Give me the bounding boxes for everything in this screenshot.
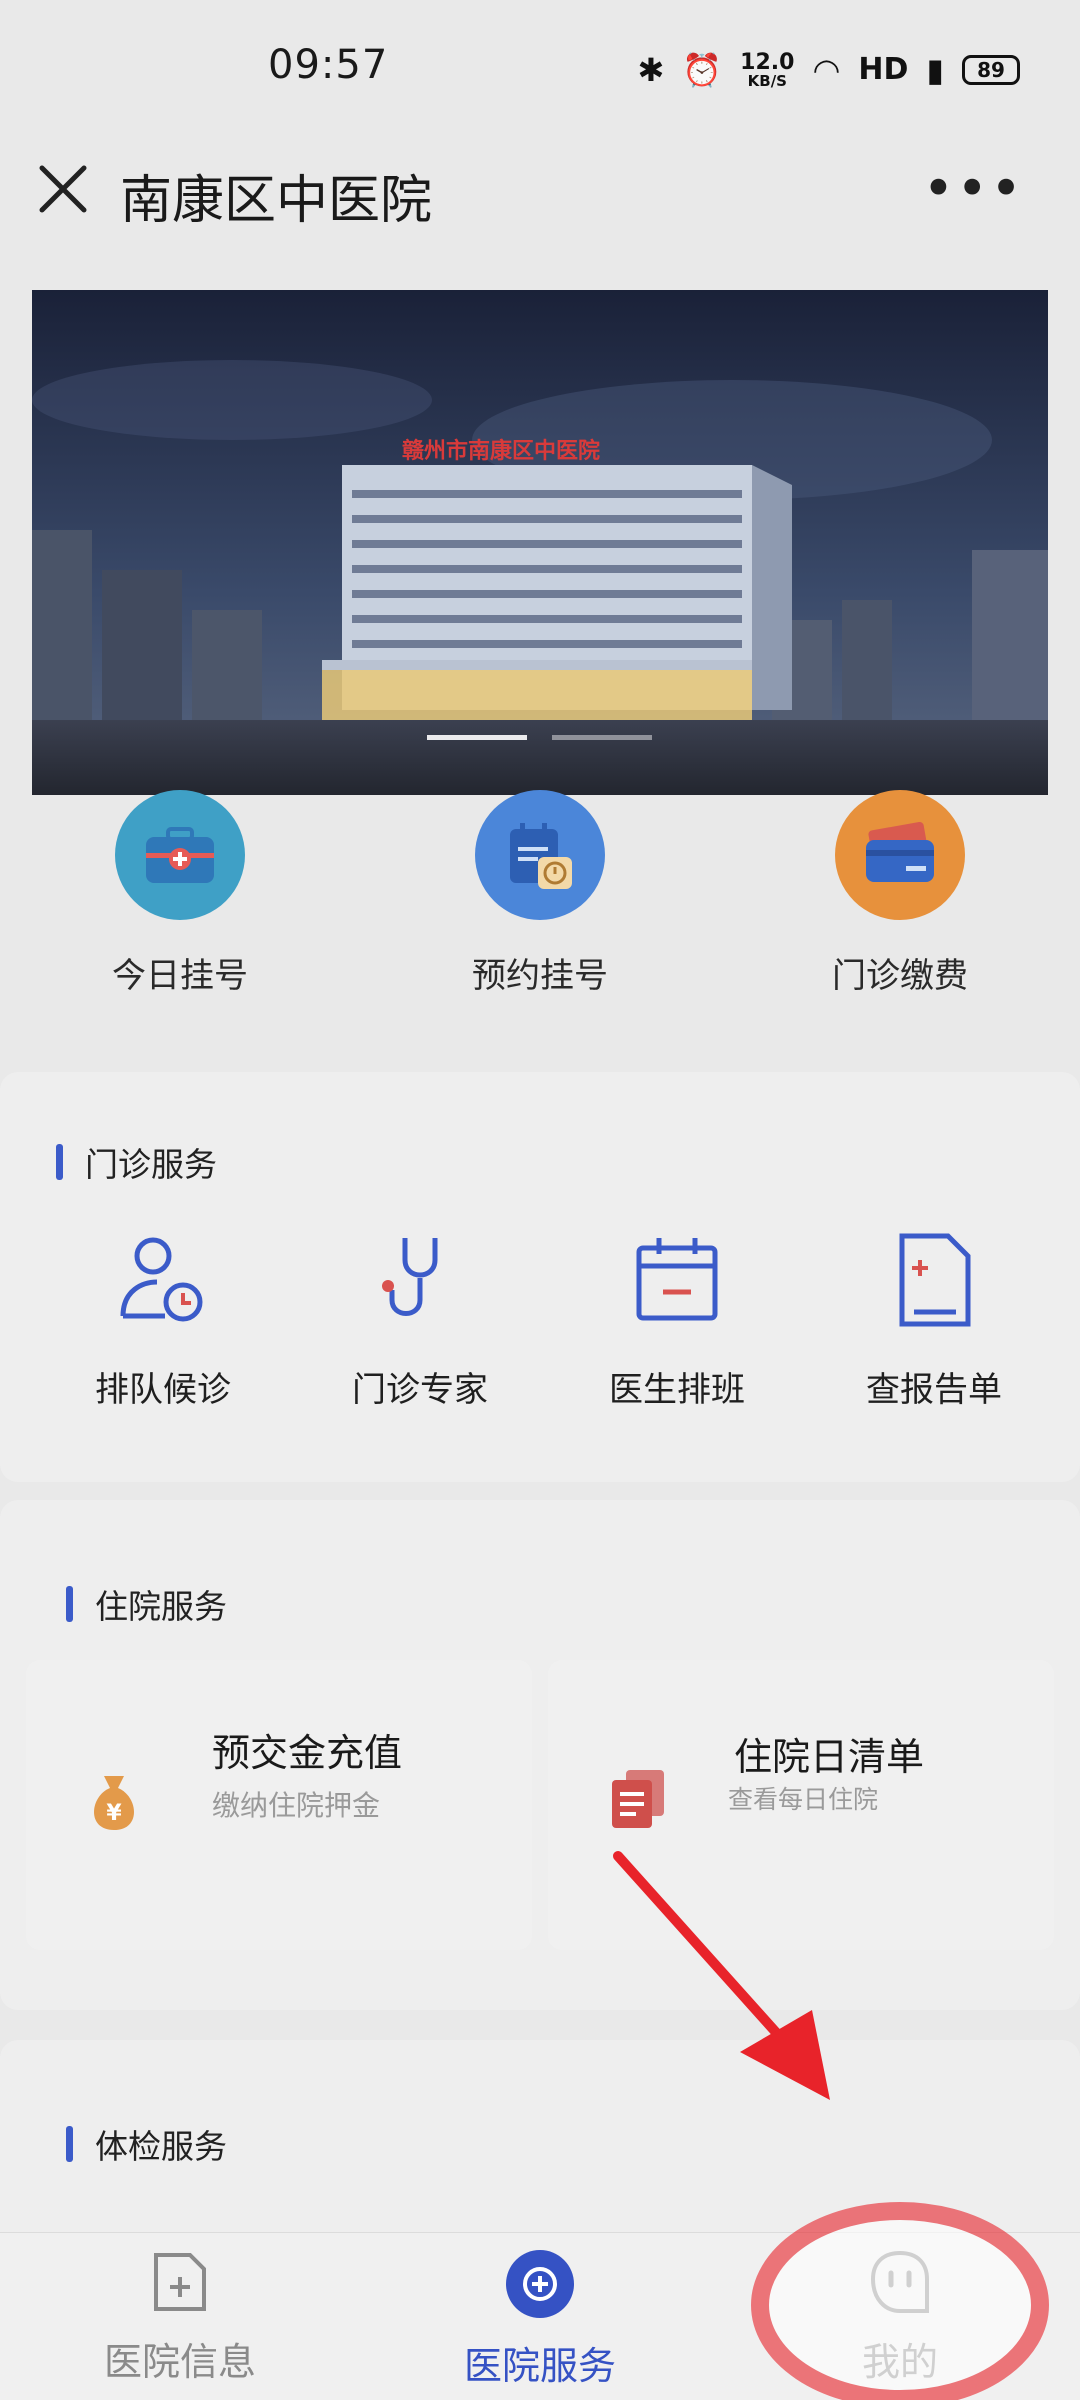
page-title: 南康区中医院	[120, 171, 433, 231]
alarm-icon: ⏰	[682, 51, 723, 89]
section-accent-bar	[66, 2126, 73, 2162]
section-title-text: 体检服务	[95, 2127, 227, 2166]
service-label: 查报告单	[866, 1370, 1002, 1410]
medical-kit-icon	[115, 790, 245, 920]
quick-action-today-register[interactable]: 今日挂号	[70, 790, 290, 997]
status-icons: ✱ ⏰ 12.0 KB/S ◠ HD ▮ 89	[638, 48, 1020, 92]
daily-list-icon	[612, 1770, 664, 1828]
service-queue[interactable]: 排队候诊	[63, 1230, 263, 1411]
tab-label: 医院信息	[103, 2340, 256, 2384]
daily-list-card[interactable]: 住院日清单 查看每日住院	[548, 1660, 1054, 1950]
hospital-service-icon	[506, 2250, 574, 2318]
service-label: 门诊专家	[352, 1370, 488, 1410]
checkup-section-title: 体检服务	[66, 2120, 227, 2168]
inpatient-card-subtitle: 查看每日住院	[728, 1785, 879, 1814]
section-title-text: 住院服务	[95, 1587, 227, 1626]
svg-text:¥: ¥	[106, 1801, 122, 1826]
service-label: 排队候诊	[95, 1370, 231, 1410]
service-experts[interactable]: 门诊专家	[320, 1230, 520, 1411]
hospital-banner-image[interactable]: 赣州市南康区中医院	[32, 290, 1048, 795]
more-options-icon[interactable]: •••	[922, 162, 1024, 216]
user-clock-icon	[120, 1237, 203, 1322]
quick-action-label: 预约挂号	[472, 956, 608, 996]
net-speed-unit: KB/S	[747, 71, 787, 90]
service-label: 医生排班	[609, 1370, 745, 1410]
calendar-clock-icon	[475, 790, 605, 920]
tab-label: 医院服务	[463, 2344, 616, 2388]
tab-hospital-services[interactable]: 医院服务	[420, 2249, 660, 2390]
quick-action-label: 今日挂号	[112, 956, 248, 996]
tab-label: 我的	[861, 2340, 938, 2384]
status-time: 09:57	[268, 42, 389, 88]
net-speed: 12.0 KB/S	[740, 49, 795, 90]
report-document-icon	[899, 1233, 971, 1327]
section-accent-bar	[66, 1586, 73, 1622]
money-bag-icon: ¥	[94, 1776, 134, 1830]
section-title-text: 门诊服务	[85, 1145, 217, 1184]
deposit-recharge-card[interactable]: ¥ 预交金充值 缴纳住院押金	[26, 1660, 532, 1950]
wallet-card-icon	[835, 790, 965, 920]
calendar-minus-icon	[636, 1238, 718, 1321]
outpatient-section-title: 门诊服务	[56, 1138, 217, 1186]
service-reports[interactable]: 查报告单	[834, 1230, 1034, 1411]
bluetooth-icon: ✱	[637, 51, 665, 89]
signal-icon: ▮	[926, 51, 944, 89]
hospital-info-icon	[154, 2253, 206, 2311]
close-icon[interactable]	[36, 162, 90, 216]
section-accent-bar	[56, 1144, 63, 1180]
inpatient-card-title: 预交金充值	[212, 1731, 403, 1775]
quick-action-label: 门诊缴费	[832, 956, 968, 996]
inpatient-section-title: 住院服务	[66, 1580, 227, 1628]
bottom-tab-bar: 医院信息 医院服务 我的	[0, 2232, 1080, 2400]
hd-indicator: HD	[858, 52, 909, 87]
inpatient-card-title: 住院日清单	[734, 1735, 925, 1779]
quick-action-outpatient-payment[interactable]: 门诊缴费	[790, 790, 1010, 997]
inpatient-card-subtitle: 缴纳住院押金	[212, 1789, 381, 1822]
status-bar: 09:57 ✱ ⏰ 12.0 KB/S ◠ HD ▮ 89	[0, 0, 1080, 140]
battery-icon: 89	[962, 55, 1020, 85]
wifi-icon: ◠	[812, 51, 841, 89]
net-speed-value: 12.0	[740, 49, 795, 75]
building-sign: 赣州市南康区中医院	[402, 438, 600, 464]
nav-bar: 南康区中医院 •••	[0, 140, 1080, 260]
stethoscope-icon	[382, 1238, 438, 1316]
quick-action-appointment[interactable]: 预约挂号	[430, 790, 650, 997]
tab-hospital-info[interactable]: 医院信息	[60, 2249, 300, 2386]
tab-mine[interactable]: 我的	[780, 2249, 1020, 2386]
service-doctor-schedule[interactable]: 医生排班	[577, 1230, 777, 1411]
smiley-face-icon	[870, 2250, 929, 2313]
